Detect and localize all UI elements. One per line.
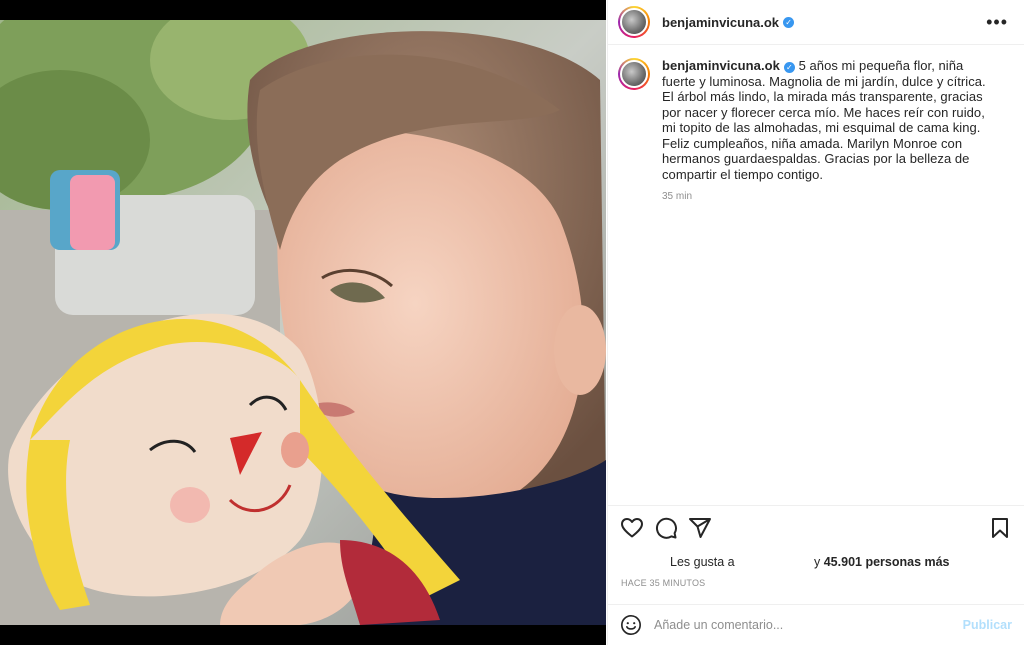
post-photo (0, 20, 606, 625)
likes-prefix: Les gusta a (670, 555, 735, 569)
emoji-icon[interactable] (620, 614, 642, 636)
header-username[interactable]: benjaminvicuna.ok (662, 15, 779, 30)
post-side-panel: benjaminvicuna.ok ✓ ••• benjaminvicuna.o… (607, 0, 1024, 645)
post-media[interactable] (0, 0, 606, 645)
heart-icon[interactable] (620, 516, 644, 540)
likes-count-line[interactable]: y 45.901 personas más (814, 555, 950, 569)
caption-text: 5 años mi pequeña flor, niña fuerte y lu… (662, 58, 986, 182)
caption-username[interactable]: benjaminvicuna.ok (662, 58, 780, 73)
publish-button[interactable]: Publicar (963, 618, 1012, 632)
send-icon[interactable] (688, 516, 712, 540)
caption-body: benjaminvicuna.ok ✓ 5 años mi pequeña flo… (662, 58, 992, 505)
caption-section: benjaminvicuna.ok ✓ 5 años mi pequeña flo… (608, 45, 1024, 505)
comment-icon[interactable] (654, 516, 678, 540)
caption-time[interactable]: 35 min (662, 191, 992, 202)
comment-input[interactable] (654, 618, 963, 632)
verified-icon: ✓ (783, 16, 795, 28)
post-header: benjaminvicuna.ok ✓ ••• (608, 0, 1024, 45)
more-options-icon[interactable]: ••• (980, 13, 1014, 31)
action-bar (608, 505, 1024, 549)
likes-summary: Les gusta a y 45.901 personas más (608, 553, 1024, 571)
likes-suffix-pre: y (814, 555, 824, 569)
bookmark-icon[interactable] (988, 516, 1012, 540)
post-timestamp[interactable]: HACE 35 MINUTOS (621, 578, 705, 588)
photo-illustration (0, 20, 606, 625)
caption-verified-icon: ✓ (783, 62, 795, 73)
avatar[interactable] (618, 6, 650, 38)
caption-avatar[interactable] (618, 58, 650, 90)
likes-count[interactable]: 45.901 personas más (824, 555, 950, 569)
comment-bar: Publicar (608, 604, 1024, 645)
caption: benjaminvicuna.ok ✓ 5 años mi pequeña flo… (662, 58, 992, 182)
